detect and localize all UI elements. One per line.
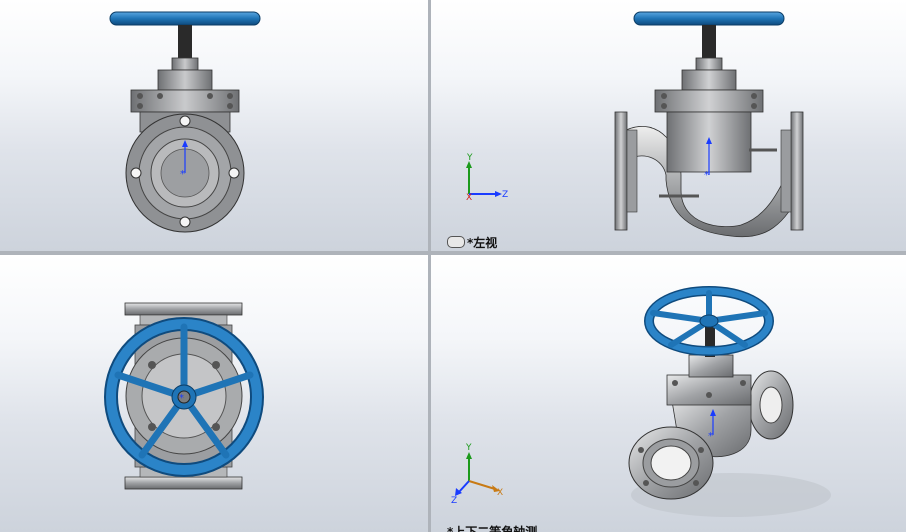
viewport-divider-horizontal[interactable] xyxy=(0,251,906,255)
handwheel xyxy=(109,11,261,26)
coordinate-triad: Y X Z xyxy=(451,443,503,506)
svg-text:*: * xyxy=(180,169,185,180)
valve-top-view: * xyxy=(104,302,264,490)
svg-text:*: * xyxy=(179,393,184,404)
svg-text:Z: Z xyxy=(502,190,508,200)
valve-isometric-view: * Y X Z xyxy=(451,286,831,517)
flange-left xyxy=(614,111,628,231)
handwheel xyxy=(633,11,785,26)
svg-text:Z: Z xyxy=(451,496,457,506)
svg-text:*: * xyxy=(708,431,713,442)
svg-text:Y: Y xyxy=(465,443,472,453)
svg-text:X: X xyxy=(466,193,472,203)
view-label-left: *左视 xyxy=(467,236,498,250)
view-icon xyxy=(447,236,465,248)
svg-text:*: * xyxy=(704,170,709,181)
valve-front-view: * xyxy=(109,11,261,233)
viewport-layout: * * Y Z X *左视 * * Y X Z *上下二等角轴测 xyxy=(0,0,906,532)
coordinate-triad: Y Z X xyxy=(466,153,508,203)
view-label-isometric: *上下二等角轴测 xyxy=(447,525,538,532)
svg-text:Y: Y xyxy=(466,153,473,163)
viewport-isometric[interactable]: * Y X Z *上下二等角轴测 xyxy=(431,255,906,532)
stem xyxy=(178,25,192,58)
viewport-left[interactable]: * Y Z X *左视 xyxy=(431,0,906,251)
viewport-front[interactable]: * xyxy=(0,0,428,251)
viewport-divider-vertical[interactable] xyxy=(428,0,431,532)
valve-left-view: * Y Z X xyxy=(466,11,804,238)
svg-text:X: X xyxy=(497,488,503,498)
viewport-top[interactable]: * xyxy=(0,255,428,532)
flange-right xyxy=(790,111,804,231)
bonnet xyxy=(157,69,213,91)
